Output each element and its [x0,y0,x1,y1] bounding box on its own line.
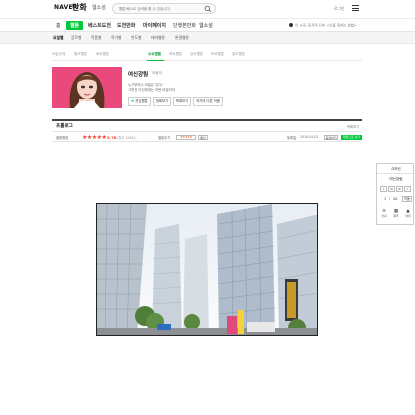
episode-title: 프롤로그 [56,124,73,129]
sub-nav: 요일별 장르별 작품별 작가별 연도별 테마웹툰 완결웹툰 [0,32,415,44]
share-button[interactable]: 공유하기 [324,134,338,140]
remote-title: 리모컨 [377,166,415,174]
service-logo[interactable]: 만화 [72,2,87,13]
comic-description-line2: 그런건 이신에게는 어떤 비밀이야 [128,88,175,92]
comic-panel-image [96,203,318,336]
nav-home[interactable]: 홈 [56,22,61,29]
page-go-button[interactable]: 이동 [402,196,412,202]
nav-best-challenge[interactable]: 베스트도전 [88,22,111,29]
login-button[interactable]: 로그인 [334,6,344,12]
site-header: NAVER 만화 웹소설 로그인 [0,0,415,18]
remote-list-label: 목록 [393,214,399,218]
search-icon[interactable] [204,5,212,13]
active-tab-indicator [147,59,164,61]
page-current[interactable]: 1 [384,197,386,201]
first-episode-button[interactable]: 첫회보기 [153,97,171,106]
nav-webnovel[interactable]: 웹소설 [199,22,213,29]
my-rating-label: 별점주기 [158,136,171,140]
search-box [112,3,216,14]
my-rating-stars-icon[interactable]: ★★★★★ [176,135,196,140]
comic-title: 여신강림 [128,72,149,78]
nav-challenge[interactable]: 도전만화 [117,22,135,29]
tab-sunday[interactable]: 일요웹툰 [232,52,245,57]
prev-page-button[interactable]: < [388,186,395,192]
tab-wednesday[interactable]: 수요웹툰 [148,52,161,57]
notice-text: 이 시국, 마지막 단추 <신중 축하는 방법> [295,23,357,28]
remote-top-button[interactable]: ▲ 맨위 [403,209,413,218]
nav-books[interactable]: 단행본만화 [173,22,196,29]
tab-saturday[interactable]: 토요웹툰 [211,52,224,57]
hamburger-menu-icon[interactable] [352,5,359,11]
subnav-title[interactable]: 작품별 [91,35,101,41]
episode-header: 프롤로그 목록보기 [52,119,362,131]
remote-comic-name: 여신강림 [389,177,403,181]
rating-row: 별점평점 ★★★★★ 9.78 (참여 10981) 별점주기 ★★★★★ 확인… [52,131,362,142]
prev-episode-button[interactable]: ‹ [380,186,387,192]
rating-count: (참여 10981) [117,136,137,140]
subnav-finished[interactable]: 완결웹툰 [175,35,189,41]
remote-list-button[interactable]: ▦ 목록 [391,209,401,218]
day-tabs: 요일전체 월요웹툰 화요웹툰 수요웹툰 목요웹툰 금요웹툰 토요웹툰 일요웹툰 [52,51,362,61]
main-nav: 홈 웹툰 베스트도전 도전만화 마이페이지 단행본만화 웹소설 이 시국, 마지… [0,18,415,32]
subnav-genre[interactable]: 장르별 [71,35,81,41]
tab-friday[interactable]: 금요웹툰 [190,52,203,57]
tab-tuesday[interactable]: 화요웹툰 [96,52,109,57]
remote-top-label: 맨위 [405,214,411,218]
remote-icon-row: ≡ 첫회 ▦ 목록 ▲ 맨위 [379,209,413,223]
remote-first-label: 첫회 [381,214,387,218]
favorite-label: 관심웹툰 [135,99,148,103]
page-separator: / [389,197,391,201]
plus-icon: ⊕ [131,99,135,103]
subnav-theme[interactable]: 테마웹툰 [151,35,165,41]
episode-date: 2018.04.02 [300,135,319,139]
comic-thumbnail-art [52,67,122,108]
subnav-author[interactable]: 작가별 [111,35,121,41]
search-input[interactable] [119,5,203,13]
cuttoon-view-button[interactable]: 컷툰으로 보기 [341,134,362,140]
other-works-button[interactable]: 작가의 다른 작품 [193,97,223,106]
comic-panel-art [97,204,317,335]
rate-submit-button[interactable]: 확인 [198,134,208,140]
page-total: 20 [393,197,398,201]
list-button[interactable]: 목록보기 [173,97,191,106]
subnav-weekday[interactable]: 요일별 [53,35,63,41]
remote-first-button[interactable]: ≡ 첫회 [379,209,389,218]
remote-control-panel: 리모컨 여신강림 ‹ < > › 1 / 20 이동 ≡ 첫회 ▦ 목록 ▲ 맨위 [376,163,415,225]
episode-list-link[interactable]: 목록보기 [347,124,359,129]
nav-mypage[interactable]: 마이페이지 [143,22,166,29]
tab-thursday[interactable]: 목요웹툰 [169,52,182,57]
date-label: 등록일 [287,136,297,140]
nav-webtoon[interactable]: 웹툰 [66,20,84,30]
webnovel-link[interactable]: 웹소설 [92,4,106,11]
next-page-button[interactable]: > [396,186,403,192]
comic-author[interactable]: 야옹이 [152,71,162,76]
notice-banner[interactable]: 이 시국, 마지막 단추 <신중 축하는 방법> [289,23,357,29]
rating-score: 9.78 [107,135,117,140]
comic-thumbnail[interactable] [52,67,122,108]
notice-icon [289,23,293,27]
tab-monday[interactable]: 월요웹툰 [74,52,87,57]
rating-stars-icon: ★★★★★ [82,133,107,141]
favorite-button[interactable]: ⊕ 관심웹툰 [128,97,151,106]
remote-page-selector: 1 / 20 이동 [380,196,412,203]
rating-label: 별점평점 [56,136,69,140]
tab-all-days[interactable]: 요일전체 [52,52,65,57]
next-episode-button[interactable]: › [404,186,411,192]
subnav-year[interactable]: 연도별 [131,35,141,41]
